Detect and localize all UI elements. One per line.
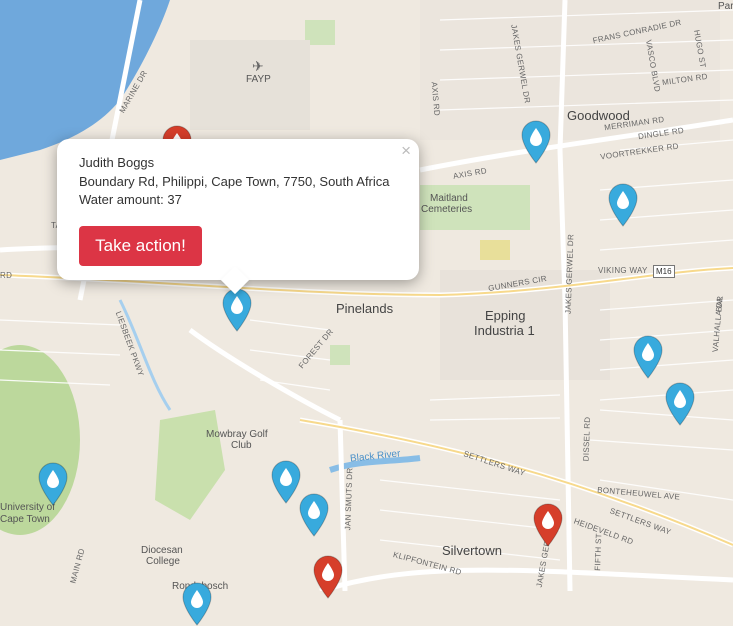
marker-rondebosch[interactable] <box>181 582 213 626</box>
label-silvertown: Silvertown <box>442 543 502 558</box>
take-action-button[interactable]: Take action! <box>79 226 202 266</box>
marker-pinelands[interactable] <box>221 288 253 332</box>
water-drop-marker-icon <box>222 288 252 332</box>
green-mid <box>330 345 350 365</box>
marker-goodwood[interactable] <box>520 120 552 164</box>
label-fayp: FAYP <box>246 74 271 85</box>
marker-east3[interactable] <box>664 382 696 426</box>
popup-address: Boundary Rd, Philippi, Cape Town, 7750, … <box>79 174 390 189</box>
water-drop-marker-icon <box>665 382 695 426</box>
water-drop-marker-icon <box>521 120 551 164</box>
map-canvas[interactable] <box>0 0 733 591</box>
road-bal: BAL <box>714 295 725 313</box>
label-college: College <box>146 556 180 567</box>
popup-name: Judith Boggs <box>79 155 155 170</box>
marker-mowbray2[interactable] <box>298 493 330 537</box>
marker-popup: × Judith Boggs Boundary Rd, Philippi, Ca… <box>57 139 419 295</box>
close-icon[interactable]: × <box>401 142 411 160</box>
water-drop-marker-icon <box>313 555 343 599</box>
label-pinelands: Pinelands <box>336 301 394 316</box>
road-axis: AXIS RD <box>429 81 442 117</box>
water-drop-marker-icon <box>182 582 212 626</box>
label-mowbray-club: Club <box>231 440 252 451</box>
label-maitland: Maitland <box>430 193 468 204</box>
marker-heideveld[interactable] <box>532 503 564 547</box>
airplane-icon: ✈ <box>252 58 264 74</box>
label-diocesan: Diocesan <box>141 545 183 556</box>
road-fifth: FIFTH ST <box>593 533 604 571</box>
label-epping: Epping <box>485 308 526 323</box>
water-drop-marker-icon <box>633 335 663 379</box>
label-cape-town: Cape Town <box>0 514 50 525</box>
water-drop-marker-icon <box>299 493 329 537</box>
popup-water-amount: Water amount: 37 <box>79 192 182 207</box>
green-east <box>480 240 510 260</box>
airport-area <box>190 40 310 130</box>
label-cemeteries: Cemeteries <box>421 204 473 215</box>
water-drop-marker-icon <box>38 462 68 506</box>
marker-uct[interactable] <box>37 462 69 506</box>
label-parow: Par <box>718 1 733 12</box>
marker-east1[interactable] <box>607 183 639 227</box>
label-epping-industria: Industria 1 <box>474 323 535 338</box>
road-viking: VIKING WAY <box>598 266 648 275</box>
road-rd-west: RD <box>0 271 13 280</box>
route-m16-shield: M16 <box>653 265 675 278</box>
water-drop-marker-icon <box>608 183 638 227</box>
marker-klipfontein[interactable] <box>312 555 344 599</box>
label-mowbray-golf: Mowbray Golf <box>206 429 268 440</box>
marker-east2[interactable] <box>632 335 664 379</box>
water-drop-marker-icon <box>533 503 563 547</box>
road-dissel: DISSEL RD <box>581 416 593 462</box>
